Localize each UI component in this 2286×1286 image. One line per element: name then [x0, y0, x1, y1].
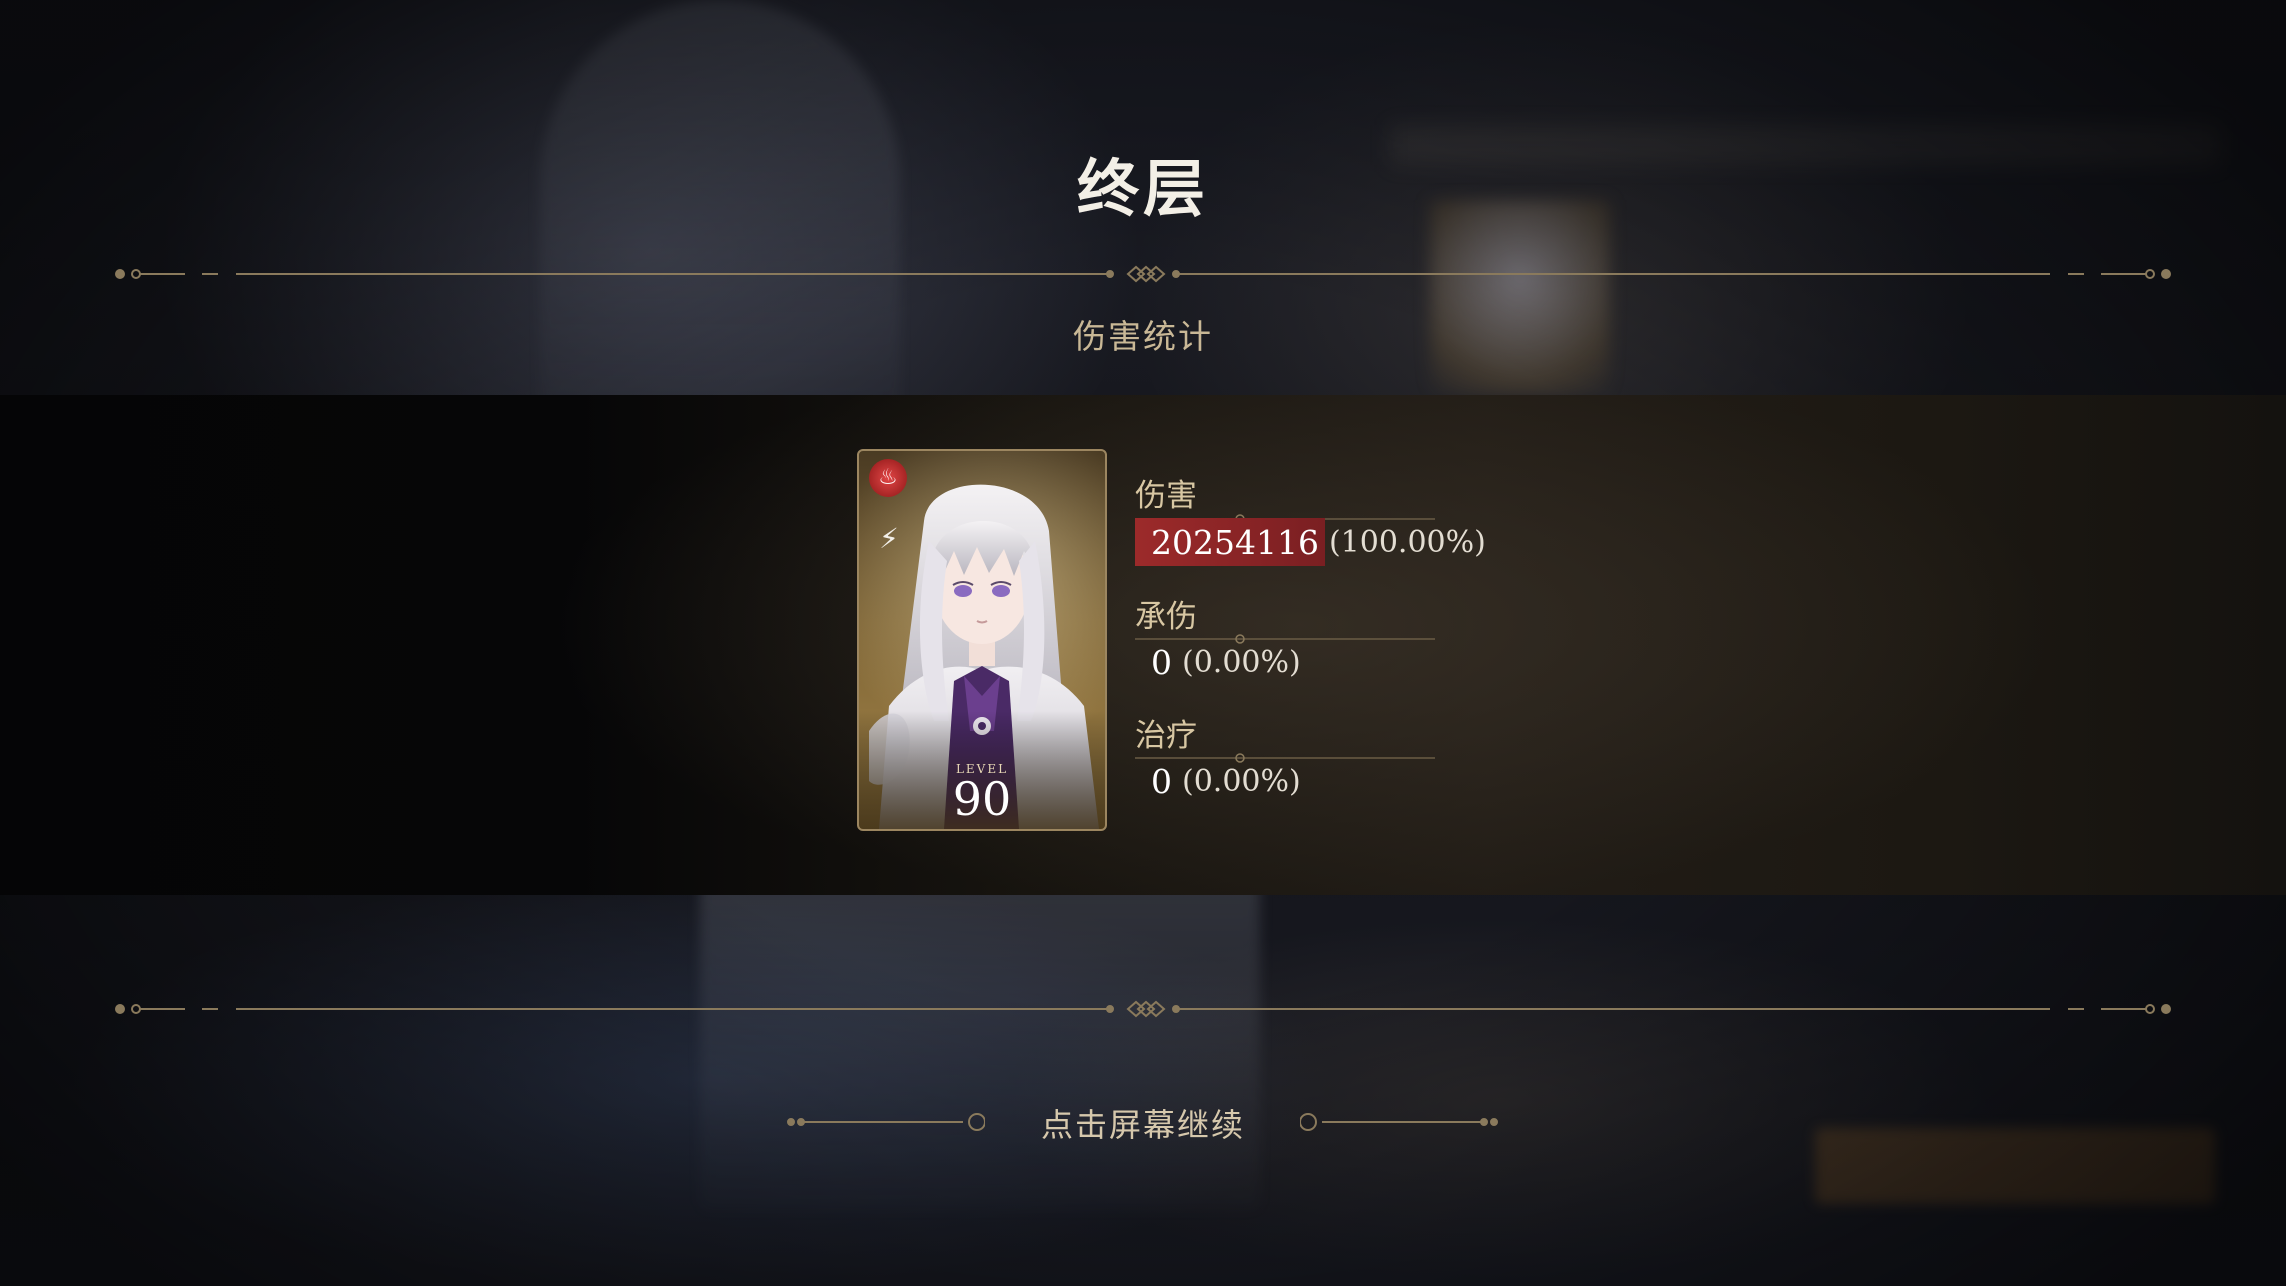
character-level: 90 — [952, 772, 1012, 826]
damage-value: 20254116 — [1151, 522, 1319, 562]
tap-to-continue[interactable]: 点击屏幕继续 — [0, 1100, 2286, 1146]
bottom-divider — [110, 999, 2176, 1019]
damage-taken-label: 承伤 — [1135, 599, 1197, 635]
healing-label: 治疗 — [1135, 718, 1197, 754]
damage-taken-value: 0 — [1151, 642, 1172, 682]
damage-taken-percent: (0.00%) — [1182, 644, 1301, 680]
fire-element-icon: ♨ — [869, 459, 907, 497]
page-title: 终层 — [1076, 152, 1209, 225]
continue-ornament-right — [1300, 1113, 1498, 1131]
healing-percent: (0.00%) — [1182, 763, 1301, 799]
damage-percent: (100.00%) — [1328, 524, 1486, 560]
healing-value-row: 0 (0.00%) — [1135, 757, 1301, 805]
healing-value: 0 — [1151, 761, 1172, 801]
class-emblem-icon: ⚡ — [879, 522, 899, 555]
character-card[interactable]: ♨ ⚡ LEVEL 90 — [857, 449, 1107, 831]
damage-label: 伤害 — [1135, 478, 1197, 514]
section-subtitle: 伤害统计 — [1073, 317, 1213, 356]
result-screen[interactable]: 终层 伤害统计 ♨ ⚡ LEVEL 90 伤害 20254116 (100.00… — [0, 0, 2286, 1286]
top-divider — [110, 264, 2176, 284]
damage-value-row: 20254116 (100.00%) — [1135, 518, 1486, 566]
damage-taken-value-row: 0 (0.00%) — [1135, 638, 1301, 686]
